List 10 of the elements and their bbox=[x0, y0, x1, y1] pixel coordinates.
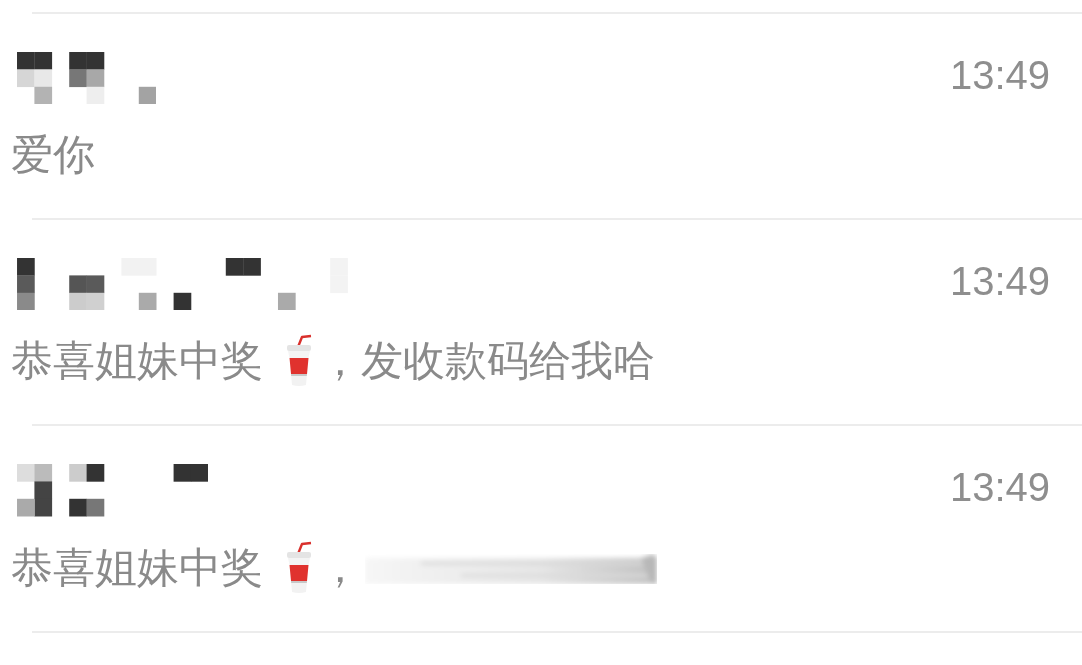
drink-cup-icon bbox=[285, 540, 313, 595]
comment-text: ，发收款码给我哈 bbox=[319, 336, 655, 387]
drink-cup-icon bbox=[285, 334, 313, 389]
comment-text: ， bbox=[319, 542, 361, 593]
comment-time: 13:49 bbox=[949, 52, 1050, 98]
comment-text: 恭喜姐妹中奖 bbox=[11, 542, 263, 593]
comment-text: 恭喜姐妹中奖 bbox=[11, 336, 263, 387]
comment-text: 爱你 bbox=[11, 130, 95, 181]
comment-time: 13:49 bbox=[949, 464, 1050, 511]
comment-time: 13:49 bbox=[949, 258, 1050, 305]
